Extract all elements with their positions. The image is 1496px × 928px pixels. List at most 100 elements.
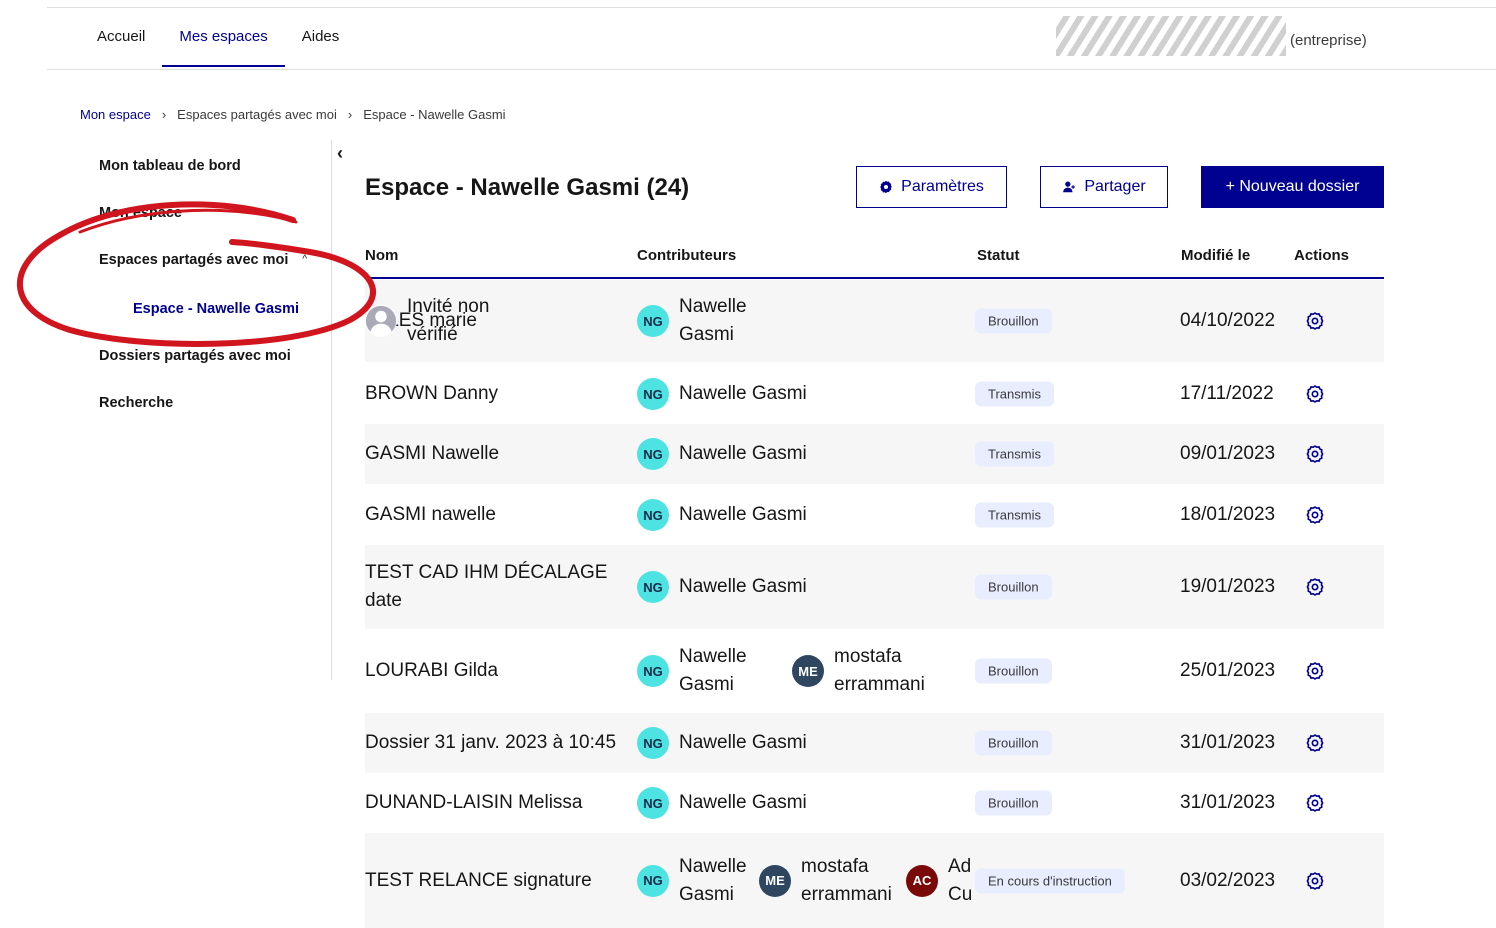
- row-name[interactable]: GASMI nawelle: [365, 501, 625, 529]
- contributor: NG Nawelle Gasmi: [637, 787, 807, 819]
- gear-icon[interactable]: [1305, 444, 1325, 464]
- chevron-up-icon: ^: [302, 254, 308, 265]
- gear-icon: [880, 180, 892, 194]
- contributor: NG Nawelle Gasmi: [637, 438, 807, 470]
- column-header-modifie-le[interactable]: Modifié le: [1181, 247, 1250, 264]
- status-badge: Transmis: [975, 502, 1054, 528]
- add-user-icon: [1063, 181, 1076, 193]
- avatar: NG: [637, 655, 669, 687]
- new-folder-button[interactable]: + Nouveau dossier: [1201, 166, 1384, 208]
- row-date: 09/01/2023: [1180, 443, 1276, 464]
- contributor-name: Nawelle Gasmi: [679, 646, 747, 695]
- share-button-label: Partager: [1084, 178, 1146, 195]
- sidebar-item-label: Espaces partagés avec moi: [99, 252, 289, 268]
- status-badge: Transmis: [975, 441, 1054, 467]
- sidebar-item-dossiers-partages[interactable]: Dossiers partagés avec moi: [99, 348, 291, 364]
- row-name[interactable]: TEST CAD IHM DÉCALAGE date: [365, 559, 625, 615]
- status-badge: Brouillon: [975, 730, 1052, 756]
- account-company-label[interactable]: (entreprise): [1290, 32, 1367, 49]
- breadcrumb-espaces-partages[interactable]: Espaces partagés avec moi: [177, 107, 337, 122]
- contributor-name: Nawelle Gasmi: [679, 855, 747, 905]
- chevron-right-icon: ›: [347, 107, 353, 122]
- sidebar-item-tableau-de-bord[interactable]: Mon tableau de bord: [99, 158, 241, 174]
- contributor: ME mostafa errammani: [759, 853, 901, 909]
- gear-icon[interactable]: [1305, 577, 1325, 597]
- contributor: ME mostafa errammani: [792, 643, 934, 699]
- contributor-name: Nawelle Gasmi: [679, 443, 807, 464]
- user-circle-icon: [365, 305, 397, 337]
- nav-aides[interactable]: Aides: [302, 28, 340, 66]
- gear-icon[interactable]: [1305, 311, 1325, 331]
- row-date: 04/10/2022: [1180, 310, 1276, 331]
- contributor-name: Nawelle Gasmi: [679, 576, 807, 597]
- contributor: NG Nawelle Gasmi: [637, 643, 757, 699]
- row-date: 25/01/2023: [1180, 660, 1276, 681]
- gear-icon[interactable]: [1305, 661, 1325, 681]
- avatar: NG: [637, 787, 669, 819]
- table-row[interactable]: GASMI nawelle NG Nawelle Gasmi Transmis 18/0…: [365, 485, 1384, 545]
- contributor-name: Nawelle Gasmi: [679, 732, 807, 753]
- page-title: Espace - Nawelle Gasmi (24): [365, 174, 690, 201]
- row-name[interactable]: Dossier 31 janv. 2023 à 10:45: [365, 729, 625, 757]
- table-row[interactable]: GASMI Nawelle NG Nawelle Gasmi Transmis 09/0…: [365, 424, 1384, 484]
- gear-icon[interactable]: [1305, 733, 1325, 753]
- sidebar-item-espace-nawelle-gasmi[interactable]: Espace - Nawelle Gasmi: [133, 301, 299, 317]
- table-row[interactable]: Dossier 31 janv. 2023 à 10:45 NG Nawelle G…: [365, 713, 1384, 773]
- table-row[interactable]: LOURABI Gilda NG Nawelle Gasmi ME mostafa er…: [365, 629, 1384, 713]
- main-nav: Accueil Mes espaces Aides: [97, 28, 373, 67]
- row-name[interactable]: LOURABI Gilda: [365, 657, 625, 685]
- row-name[interactable]: GASMI Nawelle: [365, 440, 625, 468]
- contributor: NG Nawelle Gasmi: [637, 853, 757, 909]
- row-name[interactable]: TEST RELANCE signature: [365, 867, 625, 895]
- column-header-actions: Actions: [1294, 247, 1350, 264]
- gear-icon[interactable]: [1305, 384, 1325, 404]
- status-badge: En cours d'instruction: [975, 868, 1125, 893]
- breadcrumb: Mon espace › Espaces partagés avec moi ›…: [80, 107, 506, 122]
- contributor-name: mostafa errammani: [801, 855, 892, 905]
- contributor-name: Nawelle Gasmi: [679, 792, 807, 813]
- gear-icon[interactable]: [1305, 793, 1325, 813]
- avatar: ME: [759, 864, 791, 897]
- row-date: 17/11/2022: [1180, 383, 1274, 404]
- status-badge: Transmis: [975, 381, 1054, 407]
- avatar: AC: [906, 864, 938, 897]
- gear-icon[interactable]: [1305, 505, 1325, 525]
- table-row[interactable]: TEST CAD IHM DÉCALAGE date NG Nawelle Gasm…: [365, 545, 1384, 629]
- sidebar-item-mon-espace[interactable]: Mon espace: [99, 205, 182, 221]
- contributor: NG Nawelle Gasmi: [637, 378, 807, 410]
- contributor-name: Nawelle Gasmi: [679, 504, 807, 525]
- avatar: ME: [792, 655, 824, 687]
- sidebar: Mon tableau de bord Mon espace Espaces p…: [0, 140, 332, 680]
- avatar: NG: [637, 499, 669, 531]
- contributor: NG Nawelle Gasmi: [637, 571, 807, 603]
- row-date: 18/01/2023: [1180, 504, 1276, 525]
- contributor-name: Invité non vérifié: [407, 296, 490, 345]
- table-row[interactable]: TEST RELANCE signature NG Nawelle Gasmi ME m…: [365, 833, 1384, 928]
- status-badge: Brouillon: [975, 574, 1052, 600]
- sidebar-item-recherche[interactable]: Recherche: [99, 395, 173, 411]
- table-row[interactable]: DUNAND-LAISIN Melissa NG Nawelle Gasmi Brou…: [365, 773, 1384, 833]
- contributor: NG Nawelle Gasmi: [637, 499, 807, 531]
- contributor: NG Nawelle Gasmi: [637, 727, 807, 759]
- settings-button-label: Paramètres: [901, 178, 984, 195]
- contributor: Invité non vérifié: [365, 293, 502, 349]
- contributor: NG Nawelle Gasmi: [637, 293, 757, 349]
- gear-icon[interactable]: [1305, 871, 1325, 891]
- column-header-statut: Statut: [977, 247, 1020, 264]
- row-name[interactable]: BROWN Danny: [365, 380, 625, 408]
- settings-button[interactable]: Paramètres: [856, 166, 1007, 208]
- contributor-name: Nawelle Gasmi: [679, 296, 747, 345]
- column-header-contributeurs: Contributeurs: [637, 247, 737, 264]
- breadcrumb-current: Espace - Nawelle Gasmi: [363, 107, 506, 122]
- chevron-right-icon: ›: [161, 107, 167, 122]
- table-row[interactable]: BROWN Danny NG Nawelle Gasmi Transmis 17/11/…: [365, 364, 1384, 424]
- nav-accueil[interactable]: Accueil: [97, 28, 145, 66]
- table-row[interactable]: JULES marie NG Nawelle Gasmi Invité non vér…: [365, 280, 1384, 362]
- row-name[interactable]: DUNAND-LAISIN Melissa: [365, 789, 625, 817]
- nav-mes-espaces[interactable]: Mes espaces: [162, 28, 286, 67]
- collapse-sidebar-icon[interactable]: ‹: [337, 143, 343, 164]
- redacted-account-name: [1056, 16, 1286, 56]
- sidebar-item-espaces-partages[interactable]: Espaces partagés avec moi ^: [99, 252, 307, 268]
- breadcrumb-mon-espace[interactable]: Mon espace: [80, 107, 151, 122]
- share-button[interactable]: Partager: [1040, 166, 1168, 208]
